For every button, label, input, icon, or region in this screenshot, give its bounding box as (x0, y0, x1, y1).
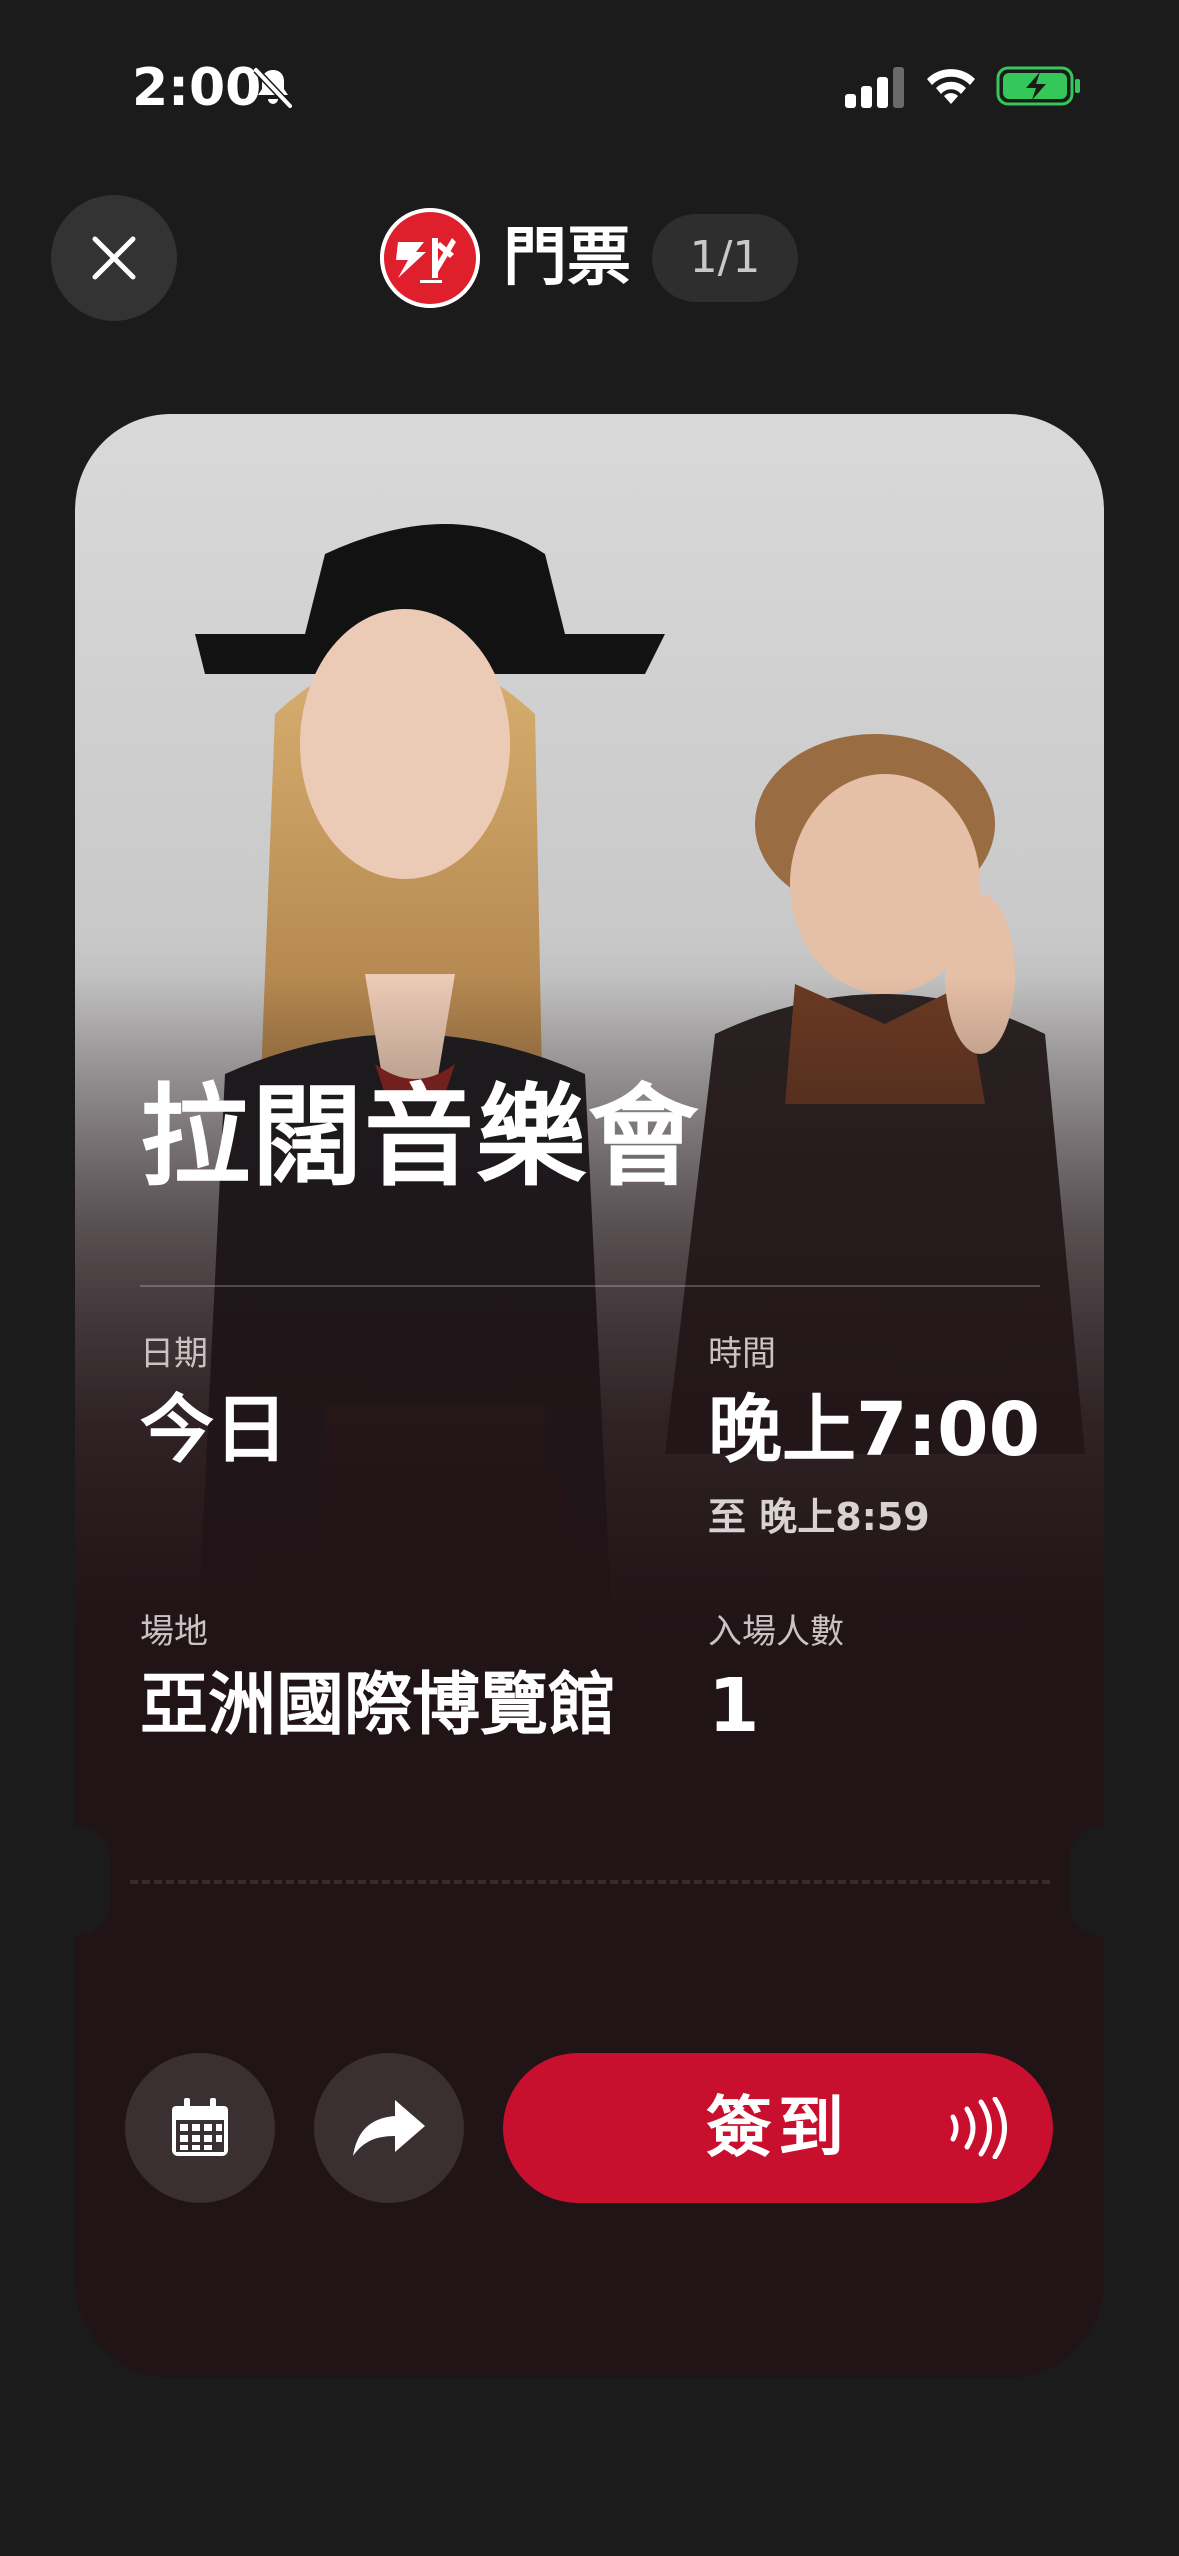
divider (140, 1285, 1040, 1287)
close-button[interactable] (51, 195, 177, 321)
date-label: 日期 (140, 1334, 208, 1374)
page-title: 門票 (503, 221, 631, 295)
brand-logo (380, 208, 480, 308)
share-icon (353, 2100, 425, 2156)
add-to-calendar-button[interactable] (125, 2053, 275, 2203)
time-end: 至 晚上8:59 (708, 1495, 930, 1539)
calendar-icon (172, 2098, 228, 2156)
battery-charging-icon (996, 66, 1080, 106)
bell-slash-icon (253, 67, 293, 109)
venue-value: 亞洲國際博覽館 (140, 1666, 617, 1745)
date-value: 今日 (140, 1387, 288, 1473)
status-time: 2:00 (132, 58, 262, 118)
signal-icon (845, 67, 904, 108)
page-indicator: 1/1 (652, 214, 798, 302)
ticket-screen: 2:00 門票 1/1 拉闊音樂會 日期 今日 時間 晚上7:00 至 晚上8:… (0, 0, 1179, 2556)
close-icon (92, 236, 136, 280)
ticket-notch-right (1069, 1826, 1139, 1936)
time-value: 晚上7:00 (708, 1387, 1041, 1473)
checkin-label: 簽到 (706, 2089, 850, 2166)
admission-label: 入場人數 (708, 1612, 844, 1652)
checkin-button[interactable]: 簽到 (503, 2053, 1053, 2203)
ticket-notch-left (40, 1826, 110, 1936)
ticket-perforation (130, 1880, 1050, 1884)
admission-value: 1 (708, 1663, 760, 1749)
event-title: 拉闊音樂會 (140, 1073, 700, 1201)
share-button[interactable] (314, 2053, 464, 2203)
time-label: 時間 (708, 1334, 776, 1374)
venue-label: 場地 (140, 1612, 208, 1652)
wifi-icon (927, 69, 975, 104)
nfc-icon (950, 2097, 1007, 2159)
